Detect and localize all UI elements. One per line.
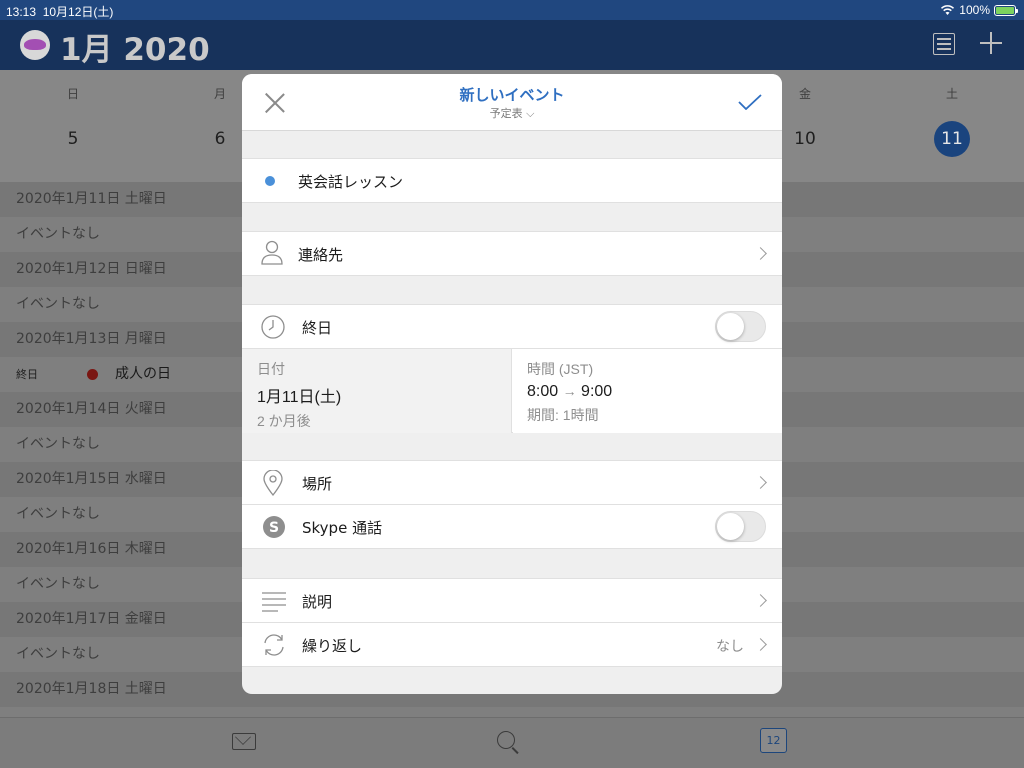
clock-icon	[261, 315, 285, 343]
tab-bar: 12	[0, 717, 1024, 768]
event-color-dot	[87, 369, 98, 380]
search-tab-icon[interactable]	[497, 731, 515, 749]
svg-text:S: S	[269, 520, 279, 536]
time-picker[interactable]: 時間 (JST) 8:00 → 9:00 期間: 1時間	[513, 349, 782, 433]
location-row[interactable]: 場所	[242, 461, 782, 505]
event-title: 成人の日	[115, 366, 171, 382]
wifi-icon	[941, 4, 955, 15]
date-value: 1月11日(土)	[257, 389, 342, 406]
arrow-icon: →	[562, 383, 577, 399]
time-start: 8:00	[527, 383, 559, 400]
chevron-right-icon	[754, 638, 767, 651]
time-section: 終日 日付 1月11日(土) 2 か月後 時間 (JST) 8:00 → 9:0…	[242, 304, 782, 433]
date-label: 日付	[257, 361, 285, 377]
battery-percent: 100%	[959, 3, 990, 17]
mail-tab-icon[interactable]	[232, 733, 256, 750]
skype-toggle[interactable]	[715, 511, 766, 542]
status-time: 13:13 10月12日(土)	[6, 5, 114, 19]
description-label: 説明	[302, 593, 333, 611]
skype-label: Skype 通話	[302, 519, 383, 537]
day-name-mon: 月	[213, 87, 226, 101]
agenda-list-icon[interactable]	[933, 33, 955, 55]
day-name-fri: 金	[798, 87, 811, 101]
chevron-right-icon	[754, 594, 767, 607]
event-title-field[interactable]: 英会話レッスン	[298, 171, 403, 192]
all-day-toggle[interactable]	[715, 311, 766, 342]
person-icon	[261, 240, 283, 270]
description-row[interactable]: 説明	[242, 579, 782, 623]
date-cell[interactable]: 5	[53, 129, 93, 149]
time-end: 9:00	[581, 383, 613, 400]
repeat-value: なし	[716, 639, 744, 655]
dialog-header: 新しいイベント 予定表 ⌵	[242, 74, 782, 131]
calendar-picker[interactable]: 予定表 ⌵	[242, 105, 782, 121]
allday-label: 終日	[16, 368, 38, 381]
dialog-title: 新しいイベント	[459, 86, 565, 104]
description-icon	[261, 591, 287, 617]
page-title[interactable]: 1月 2020	[60, 24, 210, 69]
time-range: 8:00 → 9:00	[527, 383, 768, 401]
add-event-icon[interactable]	[980, 32, 1002, 54]
day-name-sat: 土	[945, 87, 958, 101]
location-section: 場所 S Skype 通話	[242, 460, 782, 549]
repeat-row[interactable]: 繰り返し なし	[242, 623, 782, 667]
contacts-label: 連絡先	[298, 246, 344, 264]
repeat-label: 繰り返し	[302, 637, 363, 655]
avatar-image	[24, 39, 46, 50]
event-title-row[interactable]: 英会話レッスン	[242, 158, 782, 203]
time-label: 時間 (JST)	[527, 361, 594, 377]
location-pin-icon	[263, 469, 283, 500]
date-picker[interactable]: 日付 1月11日(土) 2 か月後	[242, 349, 512, 433]
checkmark-icon[interactable]	[738, 94, 762, 110]
battery-icon	[994, 4, 1018, 16]
location-label: 場所	[302, 475, 333, 493]
date-cell[interactable]: 6	[200, 129, 240, 149]
status-right: 100%	[940, 3, 1018, 17]
status-bar: 13:13 10月12日(土) 100%	[0, 0, 1024, 20]
duration: 期間: 1時間	[527, 407, 599, 423]
contacts-row[interactable]: 連絡先	[242, 231, 782, 276]
repeat-icon	[261, 632, 287, 662]
date-relative: 2 か月後	[257, 413, 311, 429]
calendar-tab-icon[interactable]: 12	[756, 726, 787, 753]
chevron-right-icon	[754, 476, 767, 489]
new-event-dialog: 新しいイベント 予定表 ⌵ 英会話レッスン 連絡先 終日 日付 1月11日(土)	[242, 74, 782, 694]
day-name-sun: 日	[66, 87, 79, 101]
chevron-right-icon	[754, 247, 767, 260]
date-cell-selected[interactable]: 11	[934, 121, 970, 157]
avatar[interactable]	[20, 30, 50, 60]
skype-icon: S	[262, 515, 286, 543]
details-section: 説明 繰り返し なし	[242, 578, 782, 667]
calendar-color-dot	[265, 176, 275, 186]
all-day-label: 終日	[302, 319, 333, 337]
date-cell[interactable]: 10	[785, 129, 825, 149]
